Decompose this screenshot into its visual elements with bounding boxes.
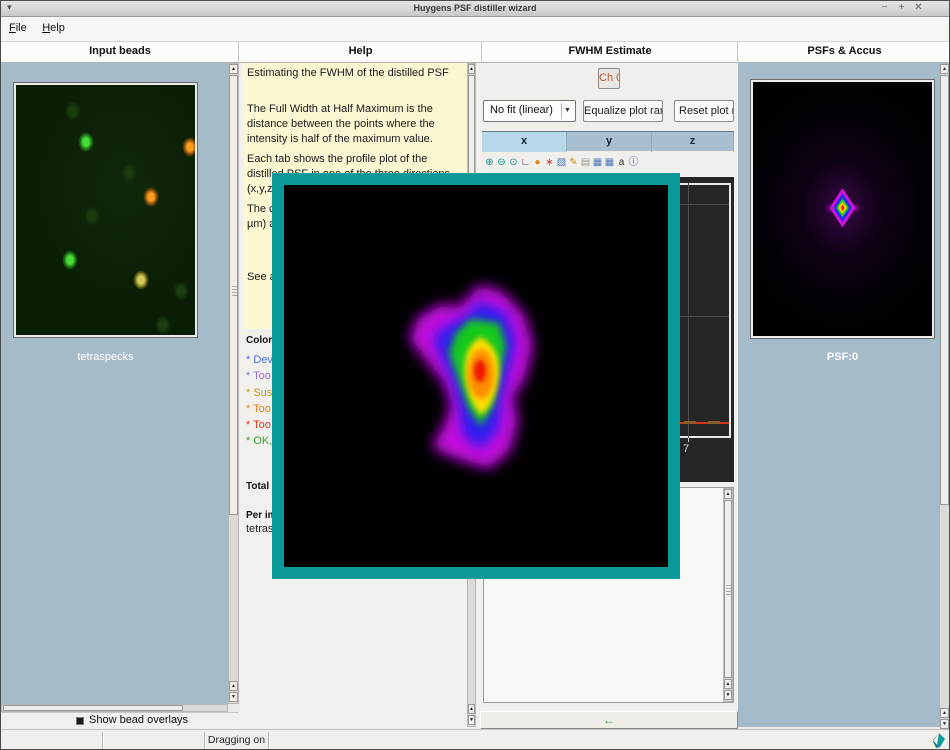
psf-thumbnail-image[interactable]	[751, 80, 934, 338]
status-cell	[3, 732, 103, 749]
faint-bead	[118, 159, 140, 187]
maximize-button[interactable]: +	[893, 2, 910, 13]
close-button[interactable]: ✕	[910, 2, 927, 13]
zoom-out-icon[interactable]: ⊖	[496, 156, 507, 170]
channel-0-button[interactable]: Ch 0	[598, 68, 620, 89]
scroll-up-icon[interactable]: ▲	[229, 64, 238, 74]
psfs-scrollbar[interactable]: ▲ ▲ ▼	[939, 63, 950, 727]
title-bar: ▾ Huygens PSF distiller wizard −+✕	[1, 1, 949, 17]
plot-gridline	[688, 183, 689, 438]
input-beads-header: Input beads	[1, 45, 239, 57]
x-axis-tick	[688, 438, 689, 442]
table-save-icon[interactable]: ▦	[604, 156, 615, 170]
plot-toolbar: ⊕⊖⊙∟●∗▧✎▤▦▦aⓘ	[484, 156, 734, 172]
scrollbar-thumb[interactable]	[3, 705, 183, 711]
menu-file[interactable]: File	[6, 21, 30, 35]
reset-plot-range-button[interactable]: Reset plot range	[674, 100, 734, 122]
bead	[75, 128, 97, 156]
status-bar: Dragging on	[1, 729, 949, 750]
scatter-plot-icon[interactable]: ∗	[544, 156, 555, 170]
psf-preview-overlay[interactable]	[272, 173, 680, 579]
scroll-up-icon[interactable]: ▲	[940, 708, 949, 718]
annotation-icon[interactable]: a	[616, 156, 627, 170]
fit-mode-value: No fit (linear)	[490, 104, 553, 116]
scroll-up-icon[interactable]: ▲	[468, 704, 475, 714]
chart-edit-icon[interactable]: ▧	[556, 156, 567, 170]
faint-bead	[152, 311, 174, 337]
scroll-down-icon[interactable]: ▼	[724, 690, 732, 700]
show-bead-overlays-label: Show bead overlays	[89, 714, 188, 726]
bead-image-caption: tetraspecks	[14, 351, 197, 363]
zoom-in-icon[interactable]: ⊕	[484, 156, 495, 170]
input-beads-hscrollbar[interactable]	[1, 704, 228, 712]
psf-image-caption: PSF:0	[751, 351, 934, 363]
help-intro: Estimating the FWHM of the distilled PSF	[247, 66, 463, 81]
fwhm-header: FWHM Estimate	[482, 45, 738, 57]
help-header: Help	[239, 45, 482, 57]
pencil-icon[interactable]: ✎	[568, 156, 579, 170]
scrollbar-thumb[interactable]	[940, 75, 949, 505]
scrollbar-thumb[interactable]	[229, 75, 238, 515]
panel-headers: Input beads Help FWHM Estimate PSFs & Ac…	[1, 41, 949, 63]
bead	[130, 266, 152, 294]
fwhm-list-scrollbar[interactable]: ▲ ▲ ▼	[723, 488, 733, 702]
help-paragraph: The Full Width at Half Maximum is the di…	[247, 102, 463, 147]
faint-bead	[170, 277, 192, 305]
sphere-icon[interactable]: ●	[532, 156, 543, 170]
tab-x[interactable]: x	[482, 132, 567, 152]
menu-bar: File Help	[1, 17, 949, 41]
axis-tab-bar: x y z	[482, 131, 734, 151]
scroll-up-icon[interactable]: ▲	[229, 681, 238, 691]
profile-curve-dash	[708, 421, 720, 424]
scroll-up-icon[interactable]: ▲	[724, 679, 732, 689]
huygens-logo-icon	[932, 733, 946, 749]
info-icon[interactable]: ⓘ	[628, 156, 639, 170]
chevron-down-icon[interactable]: ▼	[561, 103, 573, 119]
equalize-plot-range-button[interactable]: Equalize plot range	[583, 100, 663, 122]
faint-bead	[81, 202, 103, 230]
scroll-down-icon[interactable]: ▼	[468, 715, 475, 725]
bead	[140, 183, 162, 211]
scroll-up-icon[interactable]: ▲	[724, 489, 732, 499]
x-axis-tick-label: 7	[683, 443, 689, 455]
window-title: Huygens PSF distiller wizard	[1, 3, 949, 13]
faint-bead	[62, 97, 84, 125]
minimize-button[interactable]: −	[876, 2, 893, 13]
status-dragging: Dragging on	[205, 732, 269, 749]
profile-curve-dash	[684, 421, 696, 424]
tab-z[interactable]: z	[652, 132, 734, 152]
back-button[interactable]: ←	[480, 711, 738, 729]
bead	[59, 246, 81, 274]
app-window: ▾ Huygens PSF distiller wizard −+✕ File …	[0, 0, 950, 750]
input-beads-scrollbar[interactable]: ▲ ▲ ▼	[228, 63, 239, 704]
tab-y[interactable]: y	[567, 132, 652, 152]
menu-help[interactable]: Help	[39, 21, 68, 35]
fit-mode-dropdown[interactable]: No fit (linear) ▼	[483, 100, 576, 122]
scroll-down-icon[interactable]: ▼	[229, 692, 238, 702]
status-cell	[269, 732, 931, 749]
scroll-down-icon[interactable]: ▼	[940, 719, 949, 729]
scroll-up-icon[interactable]: ▲	[468, 64, 475, 74]
psf-preview-blob	[284, 185, 668, 567]
status-cell	[103, 732, 205, 749]
show-bead-overlays-checkbox[interactable]	[76, 717, 84, 725]
scroll-up-icon[interactable]: ▲	[940, 64, 949, 74]
table-icon[interactable]: ▦	[592, 156, 603, 170]
axes-icon[interactable]: ∟	[520, 156, 531, 170]
psfs-header: PSFs & Accus	[738, 45, 950, 57]
scrollbar-thumb[interactable]	[724, 500, 732, 678]
bead	[179, 133, 197, 161]
zoom-reset-icon[interactable]: ⊙	[508, 156, 519, 170]
bead-overlays-row: Show bead overlays	[1, 712, 239, 729]
bead-thumbnail-image[interactable]	[14, 83, 197, 337]
export-icon[interactable]: ▤	[580, 156, 591, 170]
